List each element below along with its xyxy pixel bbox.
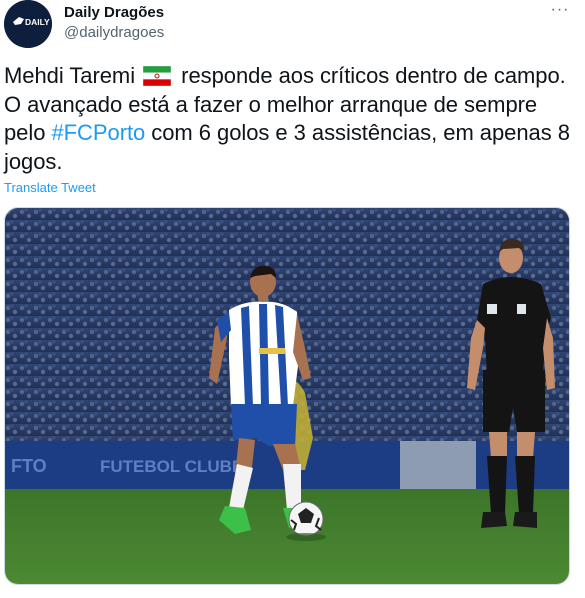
iran-flag-icon bbox=[143, 66, 172, 86]
tweet-text: Mehdi Taremi responde aos críticos dentr… bbox=[4, 62, 574, 176]
tweet-text-part-1: Mehdi Taremi bbox=[4, 63, 136, 88]
hashtag-link[interactable]: #FCPorto bbox=[51, 120, 145, 145]
more-options-button[interactable]: ··· bbox=[549, 2, 571, 22]
more-horizontal-icon: ··· bbox=[550, 1, 570, 18]
board-text-left: FTO bbox=[11, 456, 47, 476]
football-ball bbox=[288, 501, 324, 537]
tweet-card: DAILY DRAGÕES Daily Dragões @dailydragoe… bbox=[0, 0, 585, 598]
author-block: Daily Dragões @dailydragoes bbox=[64, 3, 164, 42]
board-text-mid: FUTEBOL CLUBE bbox=[100, 457, 243, 476]
avatar-logo-text: DAILY DRAGÕES bbox=[25, 17, 52, 27]
dragon-logo-icon: DAILY DRAGÕES bbox=[4, 0, 52, 48]
author-name[interactable]: Daily Dragões bbox=[64, 3, 164, 22]
author-avatar[interactable]: DAILY DRAGÕES bbox=[4, 0, 52, 48]
board-panel bbox=[400, 441, 476, 491]
tweet-photo[interactable]: FTO FUTEBOL CLUBE bbox=[4, 207, 570, 585]
author-handle[interactable]: @dailydragoes bbox=[64, 23, 164, 42]
football-photo: FTO FUTEBOL CLUBE bbox=[5, 208, 569, 584]
translate-tweet-link[interactable]: Translate Tweet bbox=[4, 180, 96, 195]
